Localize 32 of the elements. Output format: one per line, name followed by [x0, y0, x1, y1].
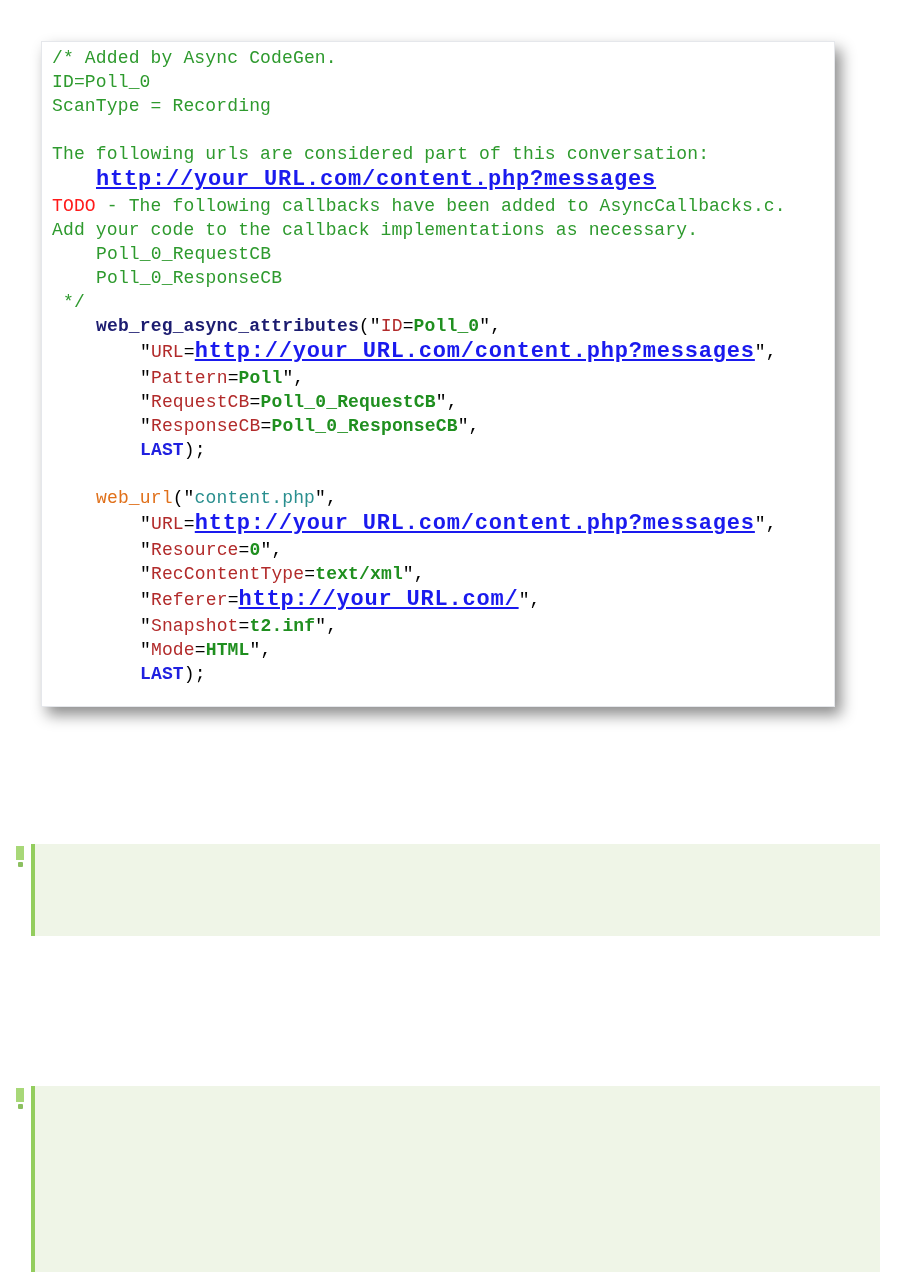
code-text: ", — [518, 590, 541, 610]
code-line: LAST); — [139, 439, 207, 462]
code-text: "URL= — [140, 342, 195, 362]
url-text: http://your URL.com/content.php?messages — [194, 339, 755, 364]
code-line: TODO - The following callbacks have been added to AsyncCallbacks.c. — [52, 195, 787, 218]
code-line: */ — [61, 291, 86, 314]
exclamation-icon — [16, 1088, 24, 1110]
code-line: ScanType = Recording — [52, 95, 273, 118]
code-line: "Snapshot=t2.inf", — [139, 615, 339, 638]
code-text: "Referer= — [140, 590, 239, 610]
exclamation-icon — [16, 846, 24, 868]
code-line: "RecContentType=text/xml", — [139, 563, 426, 586]
code-line: "ResponseCB=Poll_0_ResponseCB", — [139, 415, 481, 438]
code-line: "Resource=0", — [139, 539, 284, 562]
code-line: web_reg_async_attributes("ID=Poll_0", — [95, 315, 503, 338]
code-line: The following urls are considered part of this conversation: — [52, 143, 711, 166]
url-text: http://your URL.com/ — [238, 587, 519, 612]
url-text: http://your URL.com/content.php?messages — [194, 511, 755, 536]
code-line: Add your code to the callback implementations as necessary. — [52, 219, 700, 242]
code-line: web_url("content.php", — [95, 487, 338, 510]
code-line: LAST); — [139, 663, 207, 686]
code-line: Poll_0_ResponseCB — [95, 267, 284, 290]
code-text: ", — [754, 514, 777, 534]
code-text: "URL= — [140, 514, 195, 534]
code-line: /* Added by Async CodeGen. — [52, 47, 338, 70]
code-line: "Pattern=Poll", — [139, 367, 306, 390]
code-text: ", — [754, 342, 777, 362]
url-text: http://your URL.com/content.php?messages — [96, 167, 657, 192]
code-line: "Mode=HTML", — [139, 639, 273, 662]
code-line: ID=Poll_0 — [52, 71, 152, 94]
code-line: Poll_0_RequestCB — [95, 243, 273, 266]
code-line: "RequestCB=Poll_0_RequestCB", — [139, 391, 459, 414]
